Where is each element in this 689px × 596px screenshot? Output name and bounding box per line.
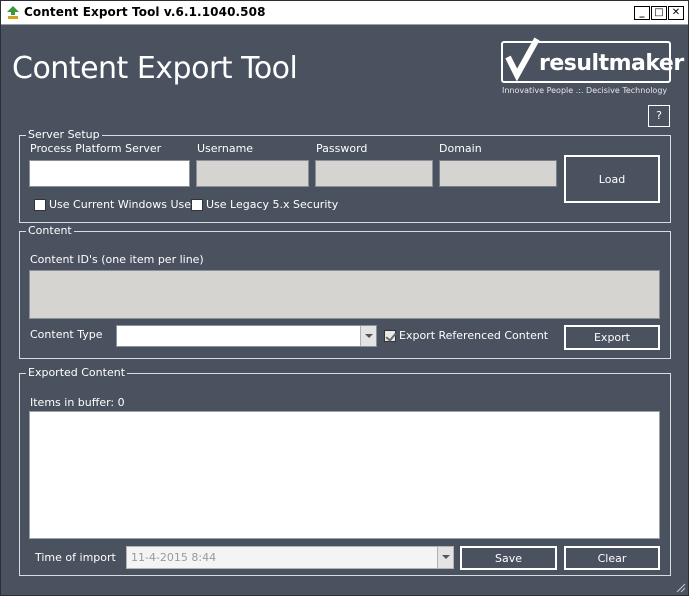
chevron-down-icon[interactable] (437, 547, 453, 568)
items-in-buffer-label: Items in buffer: 0 (30, 396, 125, 409)
content-ids-input[interactable] (29, 270, 660, 319)
use-windows-user-checkbox[interactable]: Use Current Windows User (34, 198, 196, 213)
export-button-label: Export (593, 331, 630, 344)
use-windows-user-box[interactable] (34, 199, 46, 211)
help-button[interactable]: ? (648, 105, 670, 127)
save-button[interactable]: Save (460, 546, 557, 570)
logo-frame: resultmaker (501, 37, 684, 83)
use-legacy-security-label: Use Legacy 5.x Security (206, 198, 339, 211)
server-setup-legend: Server Setup (26, 128, 102, 141)
export-button[interactable]: Export (564, 325, 660, 350)
load-button[interactable]: Load (564, 155, 660, 203)
maximize-button[interactable]: □ (651, 6, 667, 20)
time-of-import-label: Time of import (35, 551, 116, 564)
domain-label: Domain (439, 142, 482, 155)
content-type-dropdown[interactable] (116, 325, 377, 347)
logo-tagline: Innovative People .:. Decisive Technolog… (502, 86, 668, 95)
username-label: Username (197, 142, 254, 155)
clear-button-label: Clear (597, 551, 627, 565)
logo-name: resultmaker (539, 51, 684, 76)
resultmaker-logo: resultmaker Innovative People .:. Decisi… (501, 37, 684, 97)
main-window: Content Export Tool v.6.1.1040.508 _ □ ✕… (0, 0, 689, 596)
window-title: Content Export Tool v.6.1.1040.508 (24, 5, 266, 19)
server-input[interactable] (29, 160, 190, 187)
content-ids-label: Content ID's (one item per line) (30, 253, 204, 266)
clear-button[interactable]: Clear (564, 546, 660, 570)
save-button-label: Save (494, 551, 522, 565)
password-input[interactable] (315, 160, 433, 187)
time-of-import-dropdown[interactable]: 11-4-2015 8:44 (126, 546, 454, 569)
time-of-import-value: 11-4-2015 8:44 (131, 551, 217, 564)
exported-content-legend: Exported Content (26, 366, 128, 379)
username-input[interactable] (196, 160, 309, 187)
domain-input[interactable] (439, 160, 557, 187)
export-referenced-label: Export Referenced Content (399, 329, 549, 342)
buffer-textarea[interactable] (29, 411, 660, 539)
export-referenced-box[interactable] (384, 330, 396, 342)
app-title: Content Export Tool (12, 51, 298, 86)
resize-grip-icon[interactable] (674, 581, 686, 593)
close-button[interactable]: ✕ (668, 6, 684, 20)
use-legacy-security-checkbox[interactable]: Use Legacy 5.x Security (191, 198, 338, 213)
checkmark-logo-icon (505, 37, 540, 81)
use-windows-user-label: Use Current Windows User (49, 198, 196, 211)
title-bar[interactable]: Content Export Tool v.6.1.1040.508 _ □ ✕ (1, 1, 688, 25)
load-button-label: Load (598, 172, 626, 186)
content-legend: Content (26, 224, 74, 237)
server-label: Process Platform Server (30, 142, 162, 155)
password-label: Password (316, 142, 368, 155)
content-type-label: Content Type (30, 328, 103, 341)
use-legacy-security-box[interactable] (191, 199, 203, 211)
app-icon (7, 6, 19, 19)
minimize-button[interactable]: _ (634, 6, 650, 20)
export-referenced-checkbox[interactable]: Export Referenced Content (384, 329, 548, 344)
chevron-down-icon[interactable] (360, 326, 376, 346)
